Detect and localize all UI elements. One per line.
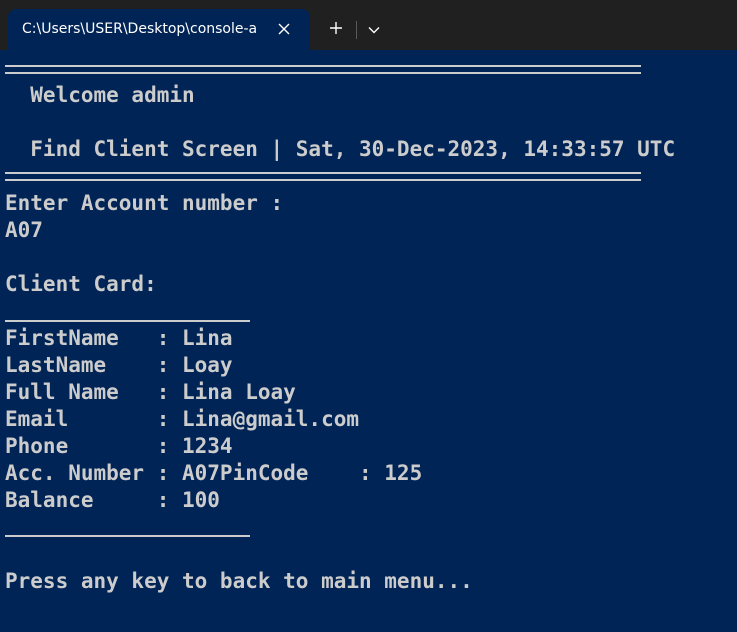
tab-console[interactable]: C:\Users\USER\Desktop\console-a <box>8 9 310 50</box>
new-tab-button[interactable] <box>322 16 350 44</box>
tab-dropdown-button[interactable] <box>360 16 388 44</box>
console-output[interactable]: Welcome admin Find Client Screen | Sat, … <box>0 50 737 632</box>
field-balance: Balance : 100 <box>5 488 220 512</box>
plus-icon <box>329 21 343 40</box>
screen-header-line: Find Client Screen | Sat, 30-Dec-2023, 1… <box>5 137 676 161</box>
account-input-value: A07 <box>5 218 43 242</box>
double-rule-bottom <box>5 172 641 181</box>
client-card-title: Client Card: <box>5 272 157 296</box>
double-rule-top <box>5 65 641 74</box>
terminal-window: C:\Users\USER\Desktop\console-a Welcome … <box>0 0 737 632</box>
field-email: Email : Lina@gmail.com <box>5 407 360 431</box>
field-account-number-pincode: Acc. Number : A07PinCode : 125 <box>5 461 423 485</box>
chevron-down-icon <box>368 21 380 39</box>
tab-bar: C:\Users\USER\Desktop\console-a <box>0 0 737 50</box>
tab-title: C:\Users\USER\Desktop\console-a <box>22 21 258 37</box>
account-prompt: Enter Account number : <box>5 191 284 215</box>
close-icon[interactable] <box>274 19 294 39</box>
field-phone: Phone : 1234 <box>5 434 233 458</box>
field-lastname: LastName : Loay <box>5 353 233 377</box>
field-fullname: Full Name : Lina Loay <box>5 380 296 404</box>
footer-message: Press any key to back to main menu... <box>5 569 473 593</box>
card-rule-bottom <box>5 535 250 537</box>
welcome-line: Welcome admin <box>5 83 195 107</box>
tab-separator <box>356 21 357 39</box>
card-rule-top <box>5 320 250 322</box>
field-firstname: FirstName : Lina <box>5 326 233 350</box>
